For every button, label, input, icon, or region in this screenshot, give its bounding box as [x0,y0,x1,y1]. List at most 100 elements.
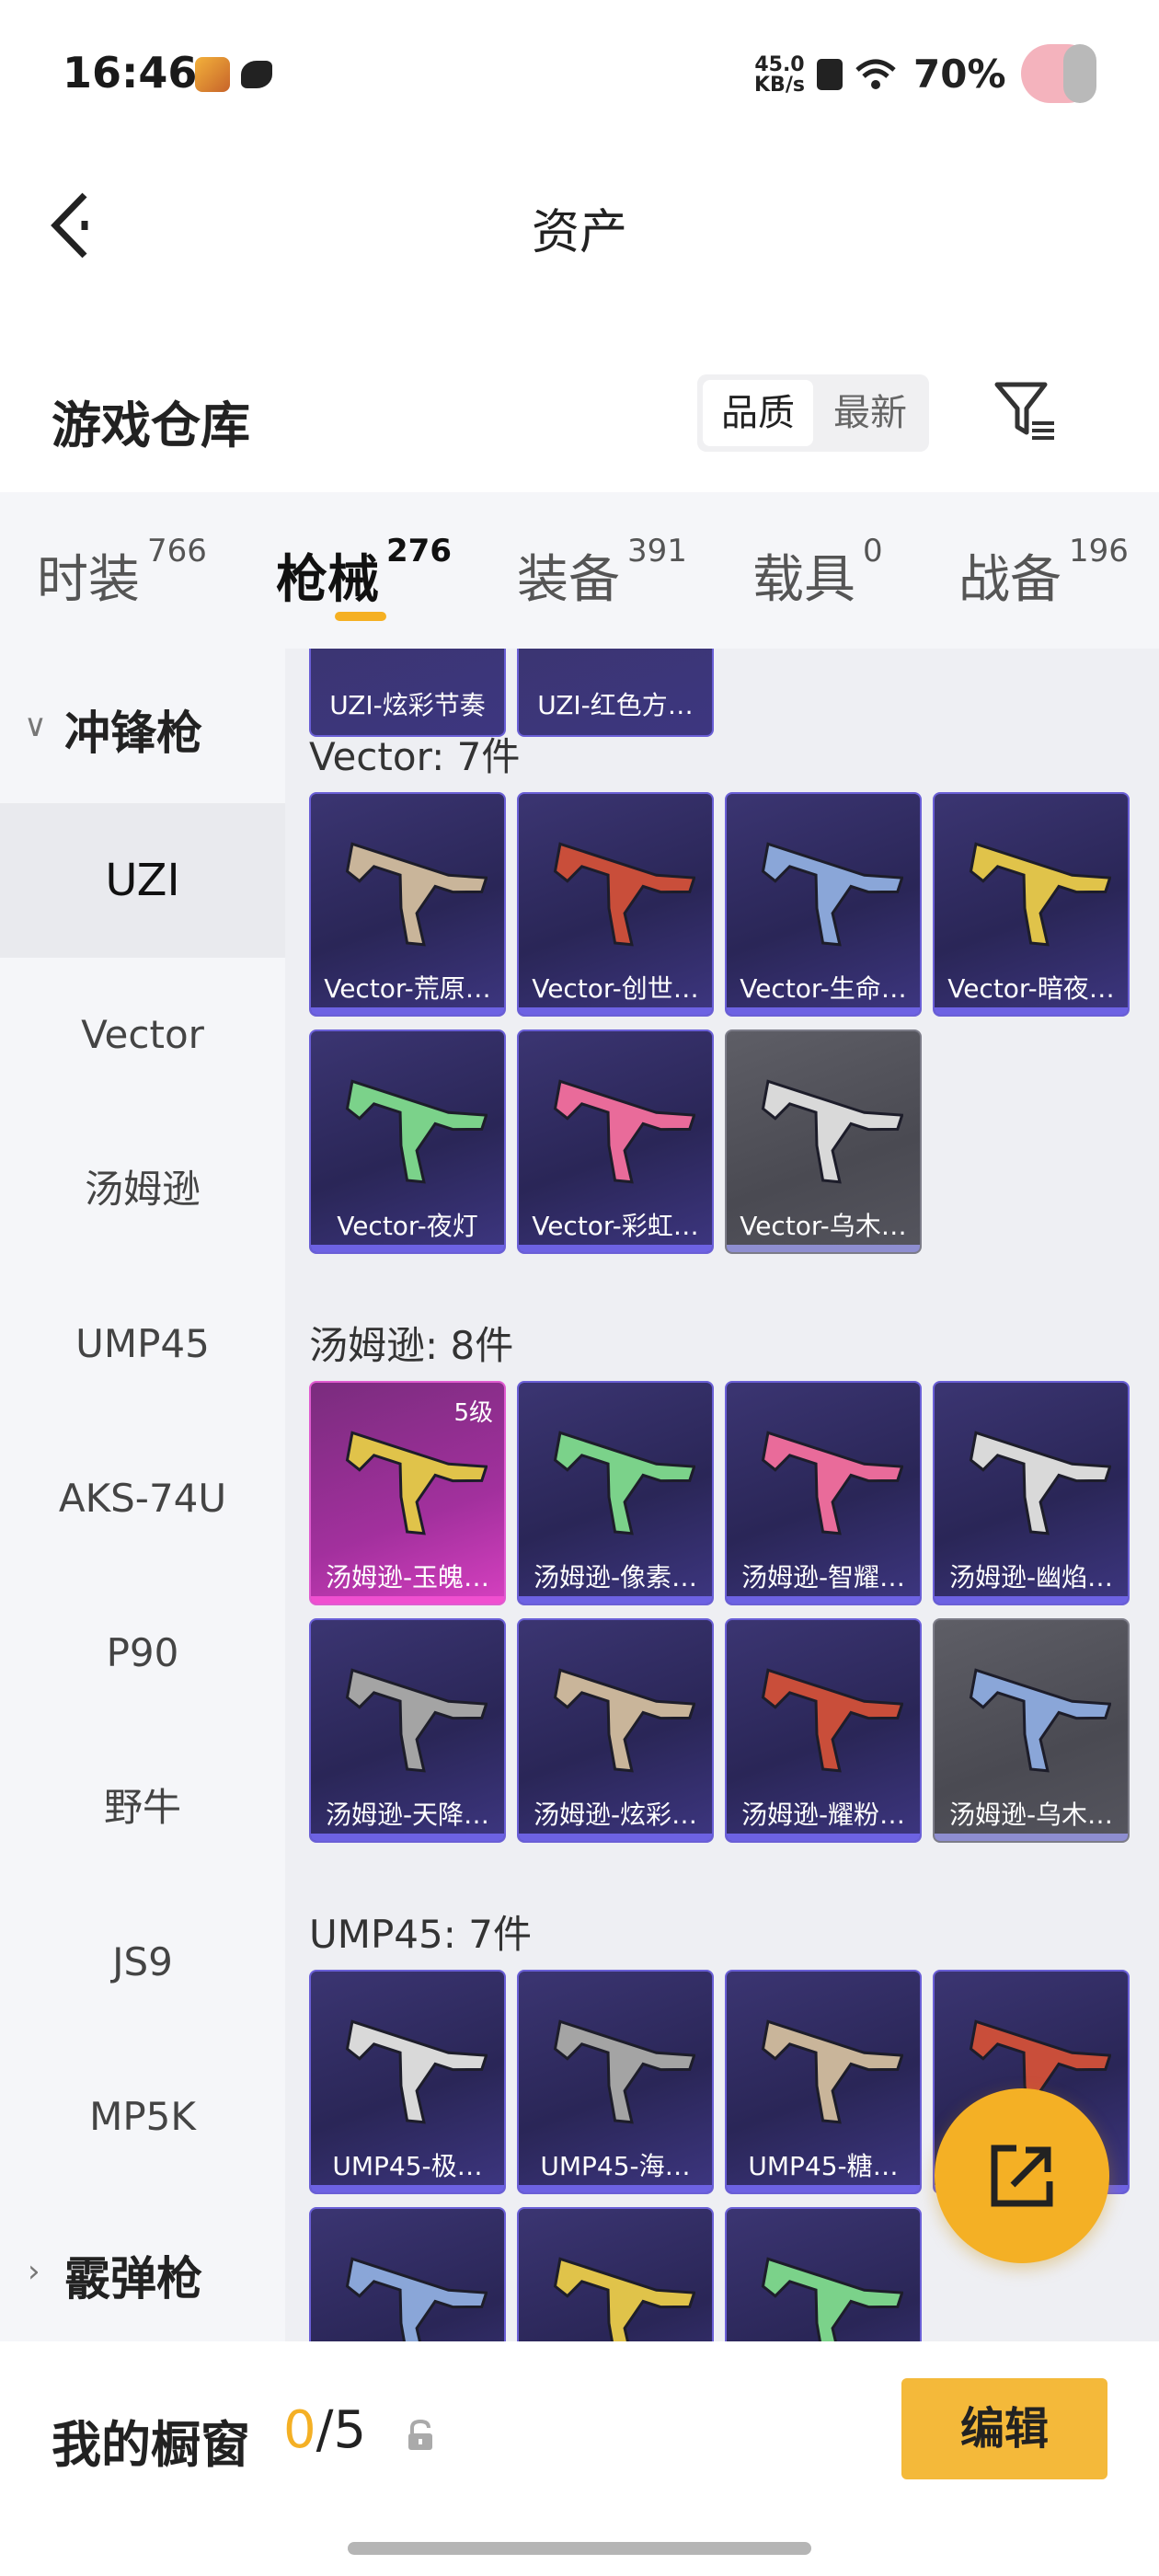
tab-firearms[interactable]: 枪械 276 [276,533,452,613]
home-indicator[interactable] [348,2542,811,2555]
edit-button[interactable]: 编辑 [901,2378,1107,2479]
item-name: UZI-红色方… [537,690,694,720]
weapon-icon [761,1079,903,1184]
item-card[interactable]: Vector-暗夜… [933,792,1130,1017]
rarity-bar [311,1596,504,1604]
weapon-icon [553,1079,695,1184]
item-card[interactable]: 汤姆逊-耀粉… [725,1618,922,1843]
item-name: 汤姆逊-炫彩… [533,1800,698,1830]
item-card[interactable]: UZI-红色方… [517,649,714,737]
net-speed-unit: KB/s [754,74,805,97]
net-speed-value: 45.0 [754,53,805,76]
sidebar-item-vector[interactable]: Vector [0,958,285,1112]
chevron-down-icon: ∨ [24,707,47,744]
category-smg[interactable]: ∨ 冲锋枪 [0,649,285,803]
weapon-icon [969,842,1111,947]
weapon-icon [969,1668,1111,1773]
sidebar-item-aks74u[interactable]: AKS-74U [0,1421,285,1576]
item-name: UZI-炫彩节奏 [329,690,486,720]
rarity-bar [519,1245,712,1252]
weapon-icon [969,1431,1111,1535]
item-card[interactable] [517,2207,714,2341]
filter-icon[interactable] [992,379,1058,445]
sidebar-item-js9[interactable]: JS9 [0,1885,285,2040]
showcase-used: 0 [283,2400,316,2460]
rarity-bar [727,1245,920,1252]
item-card[interactable]: UMP45-海… [517,1970,714,2194]
sort-quality-button[interactable]: 品质 [703,380,813,446]
tab-equipment[interactable]: 装备 391 [517,533,687,613]
item-card[interactable]: 汤姆逊-炫彩… [517,1618,714,1843]
share-out-icon [991,2145,1053,2207]
weapon-icon [345,1079,488,1184]
sidebar-item-thompson[interactable]: 汤姆逊 [0,1112,285,1267]
item-card[interactable] [725,2207,922,2341]
warehouse-title: 游戏仓库 [52,397,250,454]
item-card[interactable]: 汤姆逊-幽焰… [933,1381,1130,1605]
item-card[interactable]: UMP45-极… [309,1970,506,2194]
tab-label: 枪械 [276,550,379,610]
item-level: 5级 [453,1399,493,1427]
item-name: Vector-创世… [532,973,699,1004]
rarity-bar [311,2185,504,2192]
rarity-bar [727,1834,920,1841]
item-name: Vector-生命… [740,973,907,1004]
weapon-icon [761,2019,903,2124]
item-card[interactable]: 汤姆逊-像素… [517,1381,714,1605]
item-name: UMP45-极… [332,2151,483,2181]
item-card[interactable]: Vector-彩虹… [517,1029,714,1254]
rarity-bar [519,1834,712,1841]
weapon-icon [553,2257,695,2341]
sidebar-item-bizon[interactable]: 野牛 [0,1731,285,1885]
category-shotgun[interactable]: › 霰弹枪 [0,2194,285,2341]
rarity-bar [727,1596,920,1604]
item-card[interactable]: Vector-荒原… [309,792,506,1017]
tab-count: 391 [627,533,687,569]
tab-supplies[interactable]: 战备 196 [958,533,1129,613]
item-name: Vector-彩虹… [532,1211,699,1241]
section-title: UMP45: 7件 [309,1912,532,1957]
tab-label: 装备 [517,550,620,610]
item-card[interactable]: Vector-创世… [517,792,714,1017]
category-tabs: 时装 766 枪械 276 装备 391 载具 0 战备 196 [0,492,1159,649]
share-button[interactable] [935,2088,1109,2263]
sidebar-item-uzi[interactable]: UZI [0,803,285,958]
item-card[interactable]: Vector-夜灯 [309,1029,506,1254]
item-name: Vector-荒原… [324,973,491,1004]
weapon-icon [345,2019,488,2124]
rarity-bar [727,1007,920,1015]
item-card[interactable]: 汤姆逊-智耀… [725,1381,922,1605]
tab-fashion[interactable]: 时装 766 [37,533,207,613]
sort-latest-button[interactable]: 最新 [815,380,925,446]
item-name: 汤姆逊-幽焰… [948,1562,1114,1593]
rarity-bar [727,2185,920,2192]
weapon-icon [553,1431,695,1535]
item-name: UMP45-糖… [748,2151,899,2181]
sidebar-item-mp5k[interactable]: MP5K [0,2040,285,2194]
sidebar-item-ump45[interactable]: UMP45 [0,1267,285,1421]
weapon-icon [553,2019,695,2124]
sidebar-item-p90[interactable]: P90 [0,1576,285,1731]
tab-vehicles[interactable]: 载具 0 [752,533,883,613]
weapon-sidebar: ∨ 冲锋枪 UZI Vector 汤姆逊 UMP45 AKS-74U P90 野… [0,649,285,2341]
weapon-icon [345,1431,488,1535]
item-card[interactable]: 5级 汤姆逊-玉魄… [309,1381,506,1605]
item-card[interactable]: UMP45-糖… [725,1970,922,2194]
item-card[interactable]: Vector-生命… [725,792,922,1017]
weapon-icon [761,842,903,947]
item-card[interactable] [309,2207,506,2341]
battery-level: 70% [913,52,1006,97]
item-name: 汤姆逊-天降… [325,1800,490,1830]
notification-icon [241,61,272,88]
item-card[interactable]: 汤姆逊-乌木… [933,1618,1130,1843]
avatar [1021,44,1096,103]
page-title: 资产 [531,205,627,260]
item-card[interactable]: UZI-炫彩节奏 [309,649,506,737]
weapon-icon [345,2257,488,2341]
item-card[interactable]: Vector-乌木… [725,1029,922,1254]
tab-count: 0 [863,533,883,569]
rarity-bar [935,1007,1128,1015]
sort-toggle: 品质 最新 [697,374,929,452]
item-card[interactable]: 汤姆逊-天降… [309,1618,506,1843]
item-name: 汤姆逊-像素… [533,1562,698,1593]
